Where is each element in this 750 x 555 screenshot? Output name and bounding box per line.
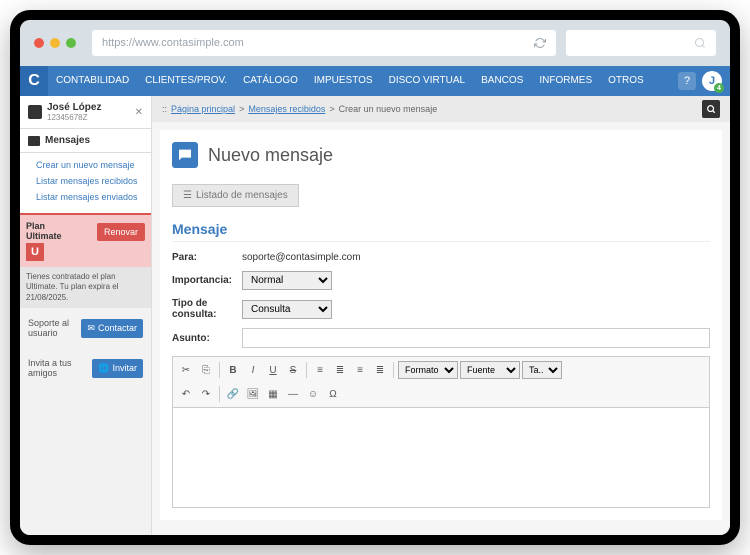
- contact-button-label: Contactar: [98, 323, 137, 333]
- nav-contabilidad[interactable]: CONTABILIDAD: [48, 66, 137, 96]
- link-list-sent[interactable]: Listar mensajes enviados: [36, 189, 143, 205]
- image-icon[interactable]: 🖼: [244, 385, 262, 403]
- avatar-badge: 4: [714, 83, 724, 93]
- link-icon[interactable]: 🔗: [224, 385, 242, 403]
- support-action: Soporte al usuario ✉ Contactar: [20, 308, 151, 348]
- page-title: Nuevo mensaje: [208, 145, 333, 166]
- importance-select[interactable]: Normal: [242, 271, 332, 290]
- char-icon[interactable]: Ω: [324, 385, 342, 403]
- list-icon: ☰: [183, 190, 192, 201]
- crumb-current: Crear un nuevo mensaje: [339, 104, 438, 114]
- emoji-icon[interactable]: ☺: [304, 385, 322, 403]
- cut-icon[interactable]: ✂: [177, 361, 195, 379]
- user-block[interactable]: José López 12345678Z ✕: [20, 96, 151, 129]
- url-text: https://www.contasimple.com: [102, 37, 244, 49]
- browser-search[interactable]: [566, 30, 716, 56]
- menu-section-label: Mensajes: [45, 135, 90, 146]
- browser-chrome: https://www.contasimple.com: [20, 20, 730, 66]
- italic-icon[interactable]: I: [244, 361, 262, 379]
- undo-icon[interactable]: ↶: [177, 385, 195, 403]
- crumb-sep1: >: [239, 104, 244, 114]
- crumb-mid[interactable]: Mensajes recibidos: [248, 104, 325, 114]
- nav-impuestos[interactable]: IMPUESTOS: [306, 66, 381, 96]
- contact-button[interactable]: ✉ Contactar: [81, 319, 143, 338]
- support-label: Soporte al usuario: [28, 318, 75, 338]
- nav-otros[interactable]: OTROS: [600, 66, 652, 96]
- editor-toolbar: ✂ ⎘ B I U S ≡ ≣ ≡ ≣ Formato Fuente Ta...: [172, 356, 710, 408]
- copy-icon[interactable]: ⎘: [197, 361, 215, 379]
- table-icon[interactable]: ▦: [264, 385, 282, 403]
- top-nav: C CONTABILIDAD CLIENTES/PROV. CATÁLOGO I…: [20, 66, 730, 96]
- url-bar[interactable]: https://www.contasimple.com: [92, 30, 556, 56]
- minimize-window-icon[interactable]: [50, 38, 60, 48]
- editor-body[interactable]: [172, 408, 710, 508]
- link-create-message[interactable]: Crear un nuevo mensaje: [36, 157, 143, 173]
- invite-action: Invita a tus amigos 🌐 Invitar: [20, 348, 151, 388]
- invite-button[interactable]: 🌐 Invitar: [92, 359, 143, 378]
- type-label: Tipo de consulta:: [172, 298, 242, 320]
- align-center-icon[interactable]: ≣: [331, 361, 349, 379]
- user-icon: [28, 105, 42, 119]
- invite-label: Invita a tus amigos: [28, 358, 86, 378]
- type-select[interactable]: Consulta: [242, 300, 332, 319]
- messages-icon: [28, 136, 40, 146]
- message-icon: [172, 142, 198, 168]
- subject-input[interactable]: [242, 328, 710, 348]
- mail-icon: ✉: [87, 323, 95, 334]
- redo-icon[interactable]: ↷: [197, 385, 215, 403]
- breadcrumb: :: Página principal > Mensajes recibidos…: [152, 96, 730, 122]
- size-select[interactable]: Ta...: [522, 361, 562, 379]
- importance-label: Importancia:: [172, 275, 242, 286]
- to-value: soporte@contasimple.com: [242, 252, 361, 263]
- nav-clientes[interactable]: CLIENTES/PROV.: [137, 66, 235, 96]
- maximize-window-icon[interactable]: [66, 38, 76, 48]
- sidebar: José López 12345678Z ✕ Mensajes Crear un…: [20, 96, 152, 535]
- menu-section[interactable]: Mensajes: [20, 129, 151, 153]
- nav-disco[interactable]: DISCO VIRTUAL: [381, 66, 474, 96]
- align-right-icon[interactable]: ≡: [351, 361, 369, 379]
- close-window-icon[interactable]: [34, 38, 44, 48]
- hr-icon[interactable]: —: [284, 385, 302, 403]
- main-area: :: Página principal > Mensajes recibidos…: [152, 96, 730, 535]
- crumb-sep2: >: [329, 104, 334, 114]
- underline-icon[interactable]: U: [264, 361, 282, 379]
- plan-box: Plan Ultimate U Renovar: [20, 213, 151, 267]
- link-list-received[interactable]: Listar mensajes recibidos: [36, 173, 143, 189]
- window-controls: [34, 38, 76, 48]
- format-select[interactable]: Formato: [398, 361, 458, 379]
- menu-links: Crear un nuevo mensaje Listar mensajes r…: [20, 153, 151, 213]
- app-logo[interactable]: C: [20, 66, 48, 96]
- form-section: Mensaje Para: soporte@contasimple.com Im…: [172, 221, 710, 508]
- user-avatar[interactable]: J 4: [702, 71, 722, 91]
- nav-informes[interactable]: INFORMES: [531, 66, 600, 96]
- content: Nuevo mensaje ☰ Listado de mensajes Mens…: [160, 130, 722, 520]
- list-button-label: Listado de mensajes: [196, 190, 288, 201]
- user-id: 12345678Z: [47, 113, 101, 122]
- nav-catalogo[interactable]: CATÁLOGO: [235, 66, 306, 96]
- help-icon[interactable]: ?: [678, 72, 696, 90]
- align-justify-icon[interactable]: ≣: [371, 361, 389, 379]
- globe-icon: 🌐: [98, 363, 109, 374]
- invite-button-label: Invitar: [112, 363, 137, 373]
- bold-icon[interactable]: B: [224, 361, 242, 379]
- list-messages-button[interactable]: ☰ Listado de mensajes: [172, 184, 299, 207]
- nav-bancos[interactable]: BANCOS: [473, 66, 531, 96]
- user-name: José López: [47, 102, 101, 113]
- section-title: Mensaje: [172, 221, 710, 242]
- search-icon[interactable]: [702, 100, 720, 118]
- crumb-home[interactable]: Página principal: [171, 104, 235, 114]
- refresh-icon[interactable]: [534, 37, 546, 49]
- renew-button[interactable]: Renovar: [97, 223, 145, 241]
- collapse-icon[interactable]: ✕: [135, 107, 143, 118]
- align-left-icon[interactable]: ≡: [311, 361, 329, 379]
- to-label: Para:: [172, 252, 242, 263]
- plan-note: Tienes contratado el plan Ultimate. Tu p…: [20, 267, 151, 308]
- crumb-prefix: ::: [162, 104, 167, 114]
- strike-icon[interactable]: S: [284, 361, 302, 379]
- plan-badge: U: [26, 243, 44, 261]
- subject-label: Asunto:: [172, 333, 242, 344]
- font-select[interactable]: Fuente: [460, 361, 520, 379]
- nav-items: CONTABILIDAD CLIENTES/PROV. CATÁLOGO IMP…: [48, 66, 678, 96]
